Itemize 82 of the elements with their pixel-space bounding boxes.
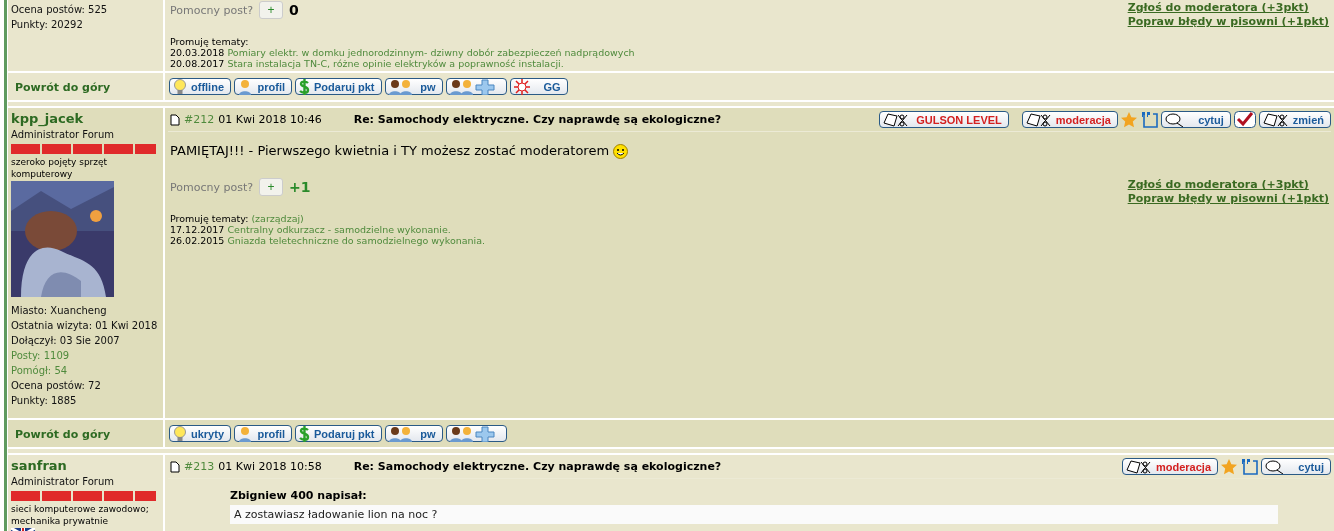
people-icon — [388, 425, 413, 442]
topic-date: 17.12.2017 — [170, 224, 225, 235]
quote-text: A zostawiasz ładowanie lion na noc ? — [230, 505, 1278, 524]
user-interests: sieci komputerowe zawodowo; mechanika prywatnie — [11, 503, 150, 527]
people-icon — [388, 78, 413, 95]
user-stat[interactable]: Pomógł: 54 — [11, 363, 160, 378]
topic-date: 26.02.2015 — [170, 235, 225, 246]
helpful-label: Pomocny post? — [170, 180, 254, 194]
profile-action-button[interactable]: profil — [234, 425, 293, 442]
report-link[interactable]: Popraw błędy w pisowni (+1pkt) — [1127, 192, 1329, 206]
note-scissors-icon — [882, 112, 909, 127]
user-stat[interactable]: Posty: 1109 — [11, 348, 160, 363]
topic-link[interactable]: Gniazda teletechniczne do samodzielnego wykonania. — [227, 235, 486, 246]
topic-link[interactable]: Centralny odkurzacz - samodzielne wykonanie. — [227, 224, 451, 235]
note-scissors-icon — [1262, 112, 1289, 127]
star-icon[interactable] — [1120, 111, 1137, 128]
note-scissors-icon — [1025, 112, 1052, 127]
post-date: 01 Kwi 2018 10:58 — [218, 460, 322, 473]
profile-action-button[interactable] — [445, 78, 507, 95]
profile-action-button[interactable]: profil — [234, 78, 292, 95]
user-rank: Administrator Forum — [11, 475, 116, 489]
star-icon[interactable] — [1221, 458, 1237, 475]
person-icon — [238, 425, 253, 442]
profile-action-button[interactable]: offline — [169, 78, 231, 95]
profile-action-button[interactable]: pw — [384, 425, 443, 442]
person-icon — [238, 78, 252, 95]
profile-action-button[interactable]: GG — [509, 78, 568, 95]
promoted-label: Promuję tematy: — [170, 213, 249, 224]
topic-link[interactable]: Stara instalacja TN-C, różne opinie elektryków a poprawność instalacji. — [227, 58, 564, 69]
post-subject: Re: Samochody elektryczne. Czy naprawdę są ekologiczne? — [353, 460, 722, 473]
plus-button[interactable]: + — [259, 178, 284, 196]
note-scissors-icon — [1125, 459, 1152, 474]
manage-link[interactable]: (zarządzaj) — [251, 213, 304, 224]
action-button[interactable]: moderacja — [1121, 458, 1218, 475]
user-stat: Punkty: 1885 — [11, 394, 78, 408]
report-link[interactable]: Zgłoś do moderatora (+3pkt) — [1127, 1, 1309, 15]
dollar-icon — [299, 78, 310, 95]
dollar-icon — [299, 425, 311, 442]
post-number[interactable]: #213 — [184, 460, 215, 473]
profile-action-button[interactable]: ukryty — [169, 425, 232, 442]
action-button[interactable]: zmień — [1258, 111, 1331, 128]
helpful-score: 0 — [289, 2, 299, 18]
user-stat: Ostatnia wizyta: 01 Kwi 2018 — [11, 319, 159, 333]
user-stat: Ocena postów: 72 — [11, 379, 102, 393]
sun-icon — [513, 78, 530, 95]
profile-action-button[interactable] — [445, 425, 507, 442]
post-number[interactable]: #212 — [184, 113, 215, 126]
promoted-label: Promuję tematy: — [170, 36, 249, 47]
lightbulb-icon — [173, 425, 187, 442]
report-link[interactable]: Popraw błędy w pisowni (+1pkt) — [1127, 15, 1329, 29]
username[interactable]: kpp_jacek — [11, 110, 160, 127]
plus-button[interactable]: + — [259, 1, 284, 19]
document-icon — [170, 113, 180, 126]
profile-action-button[interactable]: pw — [384, 78, 443, 95]
action-button[interactable]: cytuj — [1160, 111, 1231, 128]
profile-action-button[interactable]: Podaruj pkt — [295, 78, 382, 95]
action-button[interactable]: cytuj — [1261, 458, 1331, 475]
helpful-label: Pomocny post? — [170, 3, 254, 17]
topic-date: 20.03.2018 — [170, 47, 225, 58]
user-rank: Administrator Forum — [11, 128, 116, 142]
post-date: 01 Kwi 2018 10:46 — [218, 113, 322, 126]
profile-action-button[interactable]: Podaruj pkt — [295, 425, 382, 442]
quote-author: Zbigniew 400 napisał: — [230, 489, 368, 502]
user-interests: szeroko pojęty sprzęt komputerowy — [11, 156, 109, 180]
username[interactable]: sanfran — [11, 457, 160, 474]
topic-link[interactable]: Pomiary elektr. w domku jednorodzinnym- dziwny dobór zabezpieczeń nadprądowych — [227, 47, 635, 58]
helpful-score: +1 — [289, 179, 311, 195]
document-icon — [170, 460, 180, 473]
user-stat: Miasto: Xuancheng — [11, 304, 108, 318]
user-stat: Punkty: 20292 — [11, 18, 84, 32]
action-button[interactable]: GULSON LEVEL — [878, 111, 1009, 128]
quote-icon[interactable] — [1139, 111, 1158, 128]
topic-date: 20.08.2017 — [170, 58, 225, 69]
post-text: PAMIĘTAJ!!! - Pierwszego kwietnia i TY możesz zostać moderatorem — [170, 142, 610, 160]
check-button[interactable] — [1233, 111, 1256, 128]
user-stat: Ocena postów: 525 — [11, 3, 109, 17]
user-stat: Dołączył: 03 Sie 2007 — [11, 334, 121, 348]
report-link[interactable]: Zgłoś do moderatora (+3pkt) — [1127, 178, 1309, 192]
lightbulb-icon — [173, 78, 187, 95]
quote-icon[interactable] — [1240, 458, 1258, 475]
action-button[interactable]: moderacja — [1021, 111, 1118, 128]
post-subject: Re: Samochody elektryczne. Czy naprawdę są ekologiczne? — [353, 113, 722, 126]
